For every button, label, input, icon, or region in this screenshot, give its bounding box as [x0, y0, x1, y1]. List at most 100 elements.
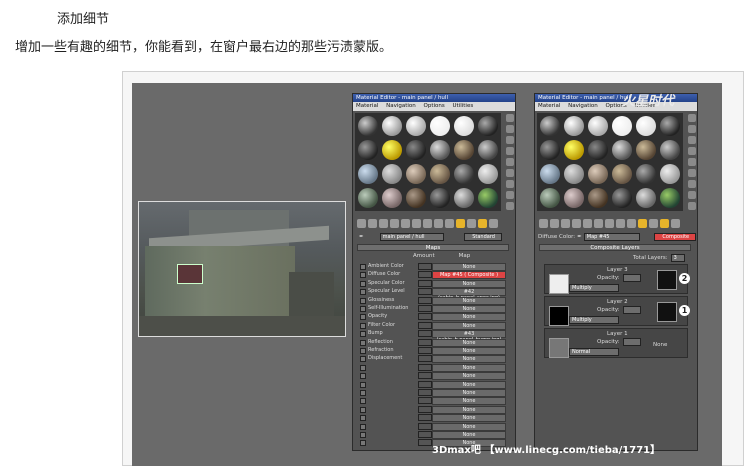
sample-slot[interactable]: [564, 188, 584, 208]
map-amount-field[interactable]: [418, 431, 432, 438]
map-enable-checkbox[interactable]: [360, 364, 366, 371]
maps-rollout[interactable]: Maps: [357, 244, 509, 251]
backlight-icon[interactable]: [506, 125, 514, 133]
get-material-icon[interactable]: [357, 219, 366, 228]
sample-slot[interactable]: [660, 116, 680, 136]
copy-icon[interactable]: [401, 219, 410, 228]
map-amount-field[interactable]: [418, 305, 432, 312]
sample-slot[interactable]: [430, 164, 450, 184]
map-amount-field[interactable]: [418, 321, 432, 329]
blend-mode-select[interactable]: Multiply: [569, 284, 619, 292]
sample-slot[interactable]: [406, 140, 426, 160]
map-amount-field[interactable]: [418, 422, 432, 430]
show-end-result-icon[interactable]: [638, 219, 647, 228]
map-amount-field[interactable]: [418, 279, 432, 287]
menu-options[interactable]: Options: [424, 103, 445, 109]
sample-slot[interactable]: [612, 140, 632, 160]
map-enable-checkbox[interactable]: [360, 280, 366, 287]
effects-channel-icon[interactable]: [616, 219, 625, 228]
go-sibling-icon[interactable]: [660, 219, 669, 228]
menu-navigation[interactable]: Navigation: [386, 103, 416, 109]
map-amount-field[interactable]: [418, 347, 432, 354]
options-icon[interactable]: [506, 180, 514, 188]
material-name-field[interactable]: main panel / hull: [379, 233, 444, 241]
backlight-icon[interactable]: [688, 125, 696, 133]
sample-slot[interactable]: [478, 116, 498, 136]
sample-slot[interactable]: [454, 164, 474, 184]
map-enable-checkbox[interactable]: [360, 339, 366, 346]
map-amount-field[interactable]: [418, 313, 432, 321]
composite-layers-rollout[interactable]: Composite Layers: [539, 244, 691, 251]
blend-mode-select[interactable]: Normal: [569, 348, 619, 356]
reset-icon[interactable]: [572, 219, 581, 228]
sample-slot[interactable]: [636, 140, 656, 160]
opacity-field[interactable]: [622, 306, 641, 314]
sample-slot[interactable]: [406, 188, 426, 208]
unique-icon[interactable]: [594, 219, 603, 228]
unique-icon[interactable]: [412, 219, 421, 228]
map-amount-field[interactable]: [418, 338, 432, 346]
sample-slot[interactable]: [636, 188, 656, 208]
sample-slot[interactable]: [660, 164, 680, 184]
sample-slot[interactable]: [358, 116, 378, 136]
map-amount-field[interactable]: [418, 363, 432, 371]
sample-slot[interactable]: [358, 188, 378, 208]
show-map-icon[interactable]: [627, 219, 636, 228]
eyedropper-icon[interactable]: ✒: [359, 234, 364, 240]
map-enable-checkbox[interactable]: [360, 348, 366, 354]
map-navigator-icon[interactable]: [688, 202, 696, 210]
map-enable-checkbox[interactable]: [360, 289, 366, 296]
sample-slot[interactable]: [660, 188, 680, 208]
map-enable-checkbox[interactable]: [360, 314, 366, 321]
eyedropper-icon[interactable]: ✒: [577, 234, 582, 240]
sample-slot[interactable]: [478, 188, 498, 208]
map-amount-field[interactable]: [418, 296, 432, 304]
map-enable-checkbox[interactable]: [360, 423, 366, 430]
blend-mode-select[interactable]: Multiply: [569, 316, 619, 324]
sample-slot[interactable]: [588, 188, 608, 208]
uv-tiling-icon[interactable]: [688, 147, 696, 155]
map-amount-field[interactable]: [418, 439, 432, 447]
sample-slot[interactable]: [430, 140, 450, 160]
menu-material[interactable]: Material: [538, 103, 560, 109]
sample-slot[interactable]: [564, 164, 584, 184]
go-sibling-icon[interactable]: [478, 219, 487, 228]
get-material-icon[interactable]: [539, 219, 548, 228]
map-amount-field[interactable]: [418, 397, 432, 405]
video-check-icon[interactable]: [688, 158, 696, 166]
sample-slot[interactable]: [636, 116, 656, 136]
map-amount-field[interactable]: [418, 372, 432, 380]
sample-slot[interactable]: [588, 140, 608, 160]
map-enable-checkbox[interactable]: [360, 322, 366, 329]
sample-slot[interactable]: [478, 140, 498, 160]
sample-slot[interactable]: [540, 116, 560, 136]
uv-tiling-icon[interactable]: [506, 147, 514, 155]
map-enable-checkbox[interactable]: [360, 415, 366, 422]
library-icon[interactable]: [605, 219, 614, 228]
map-navigator-icon[interactable]: [506, 202, 514, 210]
sample-slot[interactable]: [540, 188, 560, 208]
map-amount-field[interactable]: [418, 271, 432, 279]
sample-slot[interactable]: [430, 188, 450, 208]
sample-slot[interactable]: [478, 164, 498, 184]
video-check-icon[interactable]: [506, 158, 514, 166]
go-to-parent-icon[interactable]: [467, 219, 476, 228]
map-enable-checkbox[interactable]: [360, 432, 366, 438]
sample-slot[interactable]: [454, 116, 474, 136]
sample-slot[interactable]: [382, 116, 402, 136]
layer-texture-thumb[interactable]: [549, 306, 569, 326]
background-icon[interactable]: [688, 136, 696, 144]
sample-slot[interactable]: [612, 116, 632, 136]
opacity-field[interactable]: [622, 338, 641, 346]
sample-type-icon[interactable]: [506, 114, 514, 122]
assign-icon[interactable]: [561, 219, 570, 228]
map-amount-field[interactable]: [418, 405, 432, 413]
sample-slot[interactable]: [454, 140, 474, 160]
make-preview-icon[interactable]: [688, 169, 696, 177]
sample-slot[interactable]: [588, 116, 608, 136]
assign-icon[interactable]: [379, 219, 388, 228]
library-icon[interactable]: [423, 219, 432, 228]
map-enable-checkbox[interactable]: [360, 331, 366, 338]
map-enable-checkbox[interactable]: [360, 406, 366, 413]
sample-slot[interactable]: [406, 164, 426, 184]
